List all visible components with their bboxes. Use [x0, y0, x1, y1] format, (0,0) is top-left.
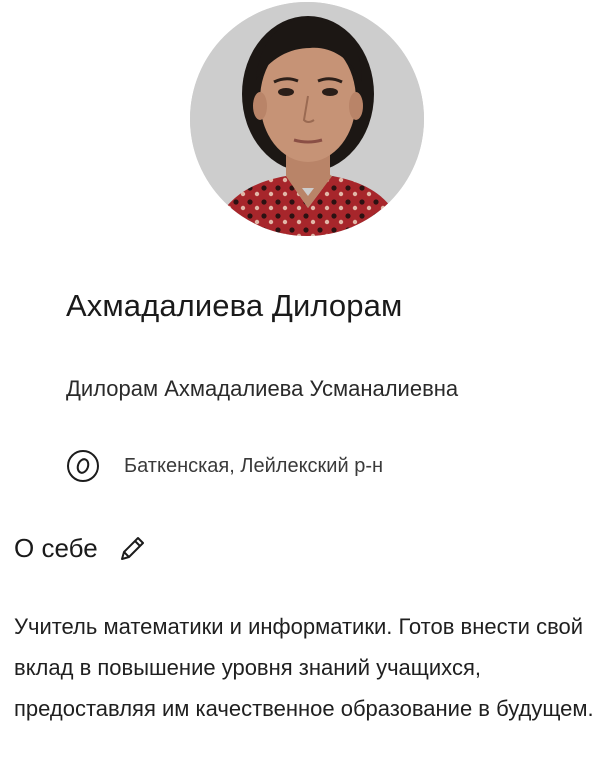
- avatar: [190, 2, 424, 236]
- about-header: О себе: [14, 528, 148, 568]
- location-icon: [66, 449, 100, 483]
- pencil-icon[interactable]: [116, 532, 148, 564]
- location-text: Баткенская, Лейлекский р-н: [124, 454, 384, 477]
- profile-display-name: Ахмадалиева Дилорам: [66, 288, 403, 323]
- profile-location: Баткенская, Лейлекский р-н: [66, 448, 383, 484]
- about-title: О себе: [14, 532, 98, 563]
- about-text: Учитель математики и информатики. Готов …: [14, 614, 594, 721]
- profile-full-name: Дилорам Ахмадалиева Усманалиевна: [66, 376, 459, 401]
